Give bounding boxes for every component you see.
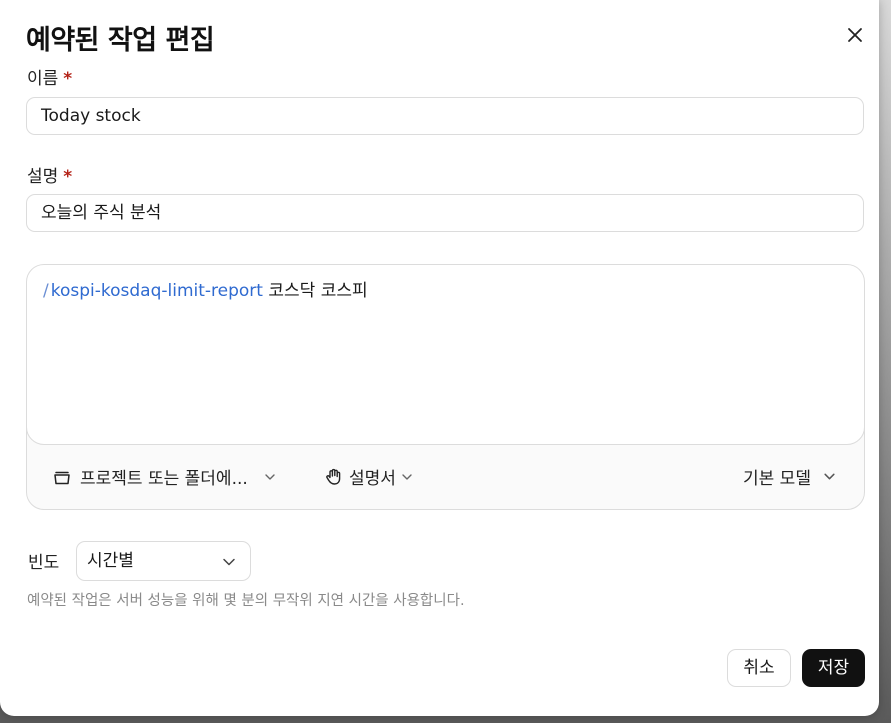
chevron-down-icon [402,473,412,480]
model-selector[interactable]: 기본 모델 [743,464,836,489]
description-label: 설명 * [27,162,72,187]
required-mark: * [63,167,73,187]
description-label-text: 설명 [27,167,59,187]
hand-icon [326,468,341,485]
prompt-composer: / kospi-kosdaq-limit-report 코스닥 코스피 프로젝트 … [26,264,865,510]
chevron-down-icon [223,558,235,566]
instructions-label: 설명서 [349,469,396,489]
description-input[interactable]: 오늘의 주식 분석 [26,194,864,232]
frequency-selected-value: 시간별 [87,551,134,571]
project-selector-label: 프로젝트 또는 폴더에... [80,469,248,489]
cancel-button[interactable]: 취소 [727,649,791,687]
prompt-textarea[interactable]: / kospi-kosdaq-limit-report 코스닥 코스피 [27,265,864,445]
save-button[interactable]: 저장 [802,649,865,687]
name-label-text: 이름 [27,69,59,89]
frequency-label: 빈도 [28,553,60,573]
skill-command[interactable]: kospi-kosdaq-limit-report [51,281,263,301]
frequency-select[interactable]: 시간별 [76,541,251,581]
edit-scheduled-task-dialog: 예약된 작업 편집 이름 * Today stock 설명 * 오늘의 주식 분석 … [0,0,879,716]
close-button[interactable] [842,22,868,48]
prompt-text: 코스닥 코스피 [262,281,368,301]
frequency-hint: 예약된 작업은 서버 성능을 위해 몇 분의 무작위 지연 시간을 사용합니다. [27,593,465,609]
chevron-down-icon [265,473,275,480]
project-selector[interactable]: 프로젝트 또는 폴더에... [53,464,276,489]
model-selector-label: 기본 모델 [743,469,811,489]
close-icon [848,28,862,42]
instructions-selector[interactable]: 설명서 [324,464,413,489]
required-mark: * [63,69,73,89]
prompt-content: / kospi-kosdaq-limit-report 코스닥 코스피 [43,276,368,301]
name-label: 이름 * [27,64,72,89]
chevron-down-icon [824,473,835,480]
name-input[interactable]: Today stock [26,97,864,135]
dialog-title: 예약된 작업 편집 [26,25,215,56]
folder-icon [54,471,70,484]
slash-prefix: / [43,281,49,301]
